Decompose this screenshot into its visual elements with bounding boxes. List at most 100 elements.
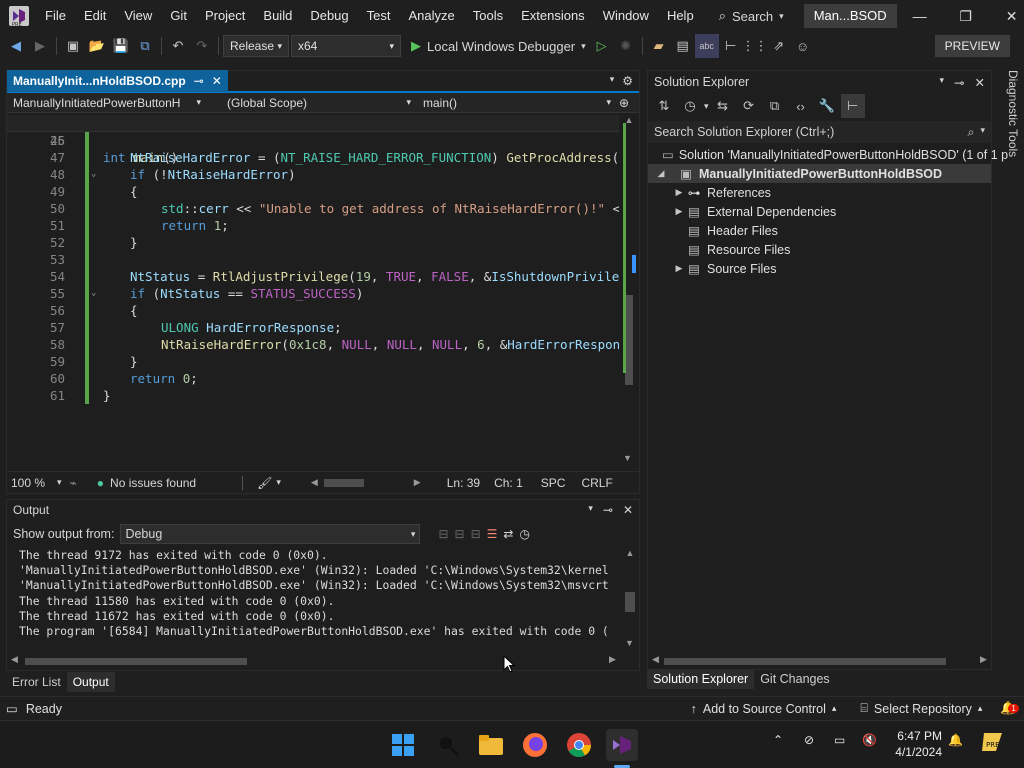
code-line[interactable]: 61} (7, 387, 619, 404)
word-wrap-icon[interactable]: ⇄ (503, 527, 513, 541)
sticky-scroll-line[interactable]: 25 int main() (7, 115, 619, 165)
add-to-source-control-button[interactable]: ↑ Add to Source Control ▴ (691, 702, 837, 716)
pin-icon[interactable]: ⊸ (194, 74, 204, 88)
spell-check-icon[interactable]: abc (694, 34, 719, 58)
start-debugging-button[interactable]: ▶ Local Windows Debugger ▾ (411, 38, 586, 54)
tab-output[interactable]: Output (66, 672, 115, 692)
folder-icon[interactable]: ▰ (647, 34, 671, 58)
chevron-down-icon[interactable]: ▾ (588, 503, 593, 517)
platform-dropdown[interactable]: x64 ▾ (291, 35, 401, 57)
horizontal-scrollbar-thumb[interactable] (323, 478, 364, 487)
menu-window[interactable]: Window (594, 0, 658, 32)
start-without-debugging-icon[interactable]: ▷ (590, 34, 614, 58)
editor-vertical-scrollbar[interactable]: ▲ ▼ (619, 115, 639, 465)
fold-chevron-icon[interactable]: ⌄ (91, 285, 96, 302)
zoom-dropdown[interactable]: 100 % ▾ (7, 476, 62, 490)
expanded-arrow-icon[interactable]: ◢ (654, 168, 668, 179)
pending-changes-filter-icon[interactable]: ◷ (678, 94, 702, 118)
close-panel-icon[interactable]: ✕ (975, 75, 985, 90)
close-panel-icon[interactable]: ✕ (623, 503, 633, 517)
breakpoints-icon[interactable]: ⋮⋮ (742, 34, 768, 58)
menu-help[interactable]: Help (658, 0, 703, 32)
clear-all-icon[interactable]: ☰ (487, 527, 498, 541)
open-file-icon[interactable]: 📂 (85, 34, 109, 58)
menu-tools[interactable]: Tools (464, 0, 512, 32)
scroll-left-icon[interactable]: ◀ (11, 654, 18, 665)
solution-name-badge[interactable]: Man...BSOD (803, 4, 897, 28)
output-text[interactable]: The thread 9172 has exited with code 0 (… (7, 548, 625, 652)
view-code-icon[interactable]: ‹› (789, 94, 813, 118)
scrollbar-thumb[interactable] (625, 592, 635, 612)
close-tab-icon[interactable]: ✕ (212, 74, 222, 88)
whitespace-mode[interactable]: SPC (541, 476, 566, 490)
tree-item-resource-files[interactable]: ▤ Resource Files (648, 240, 991, 259)
show-hidden-icons-icon[interactable]: ⌃ (773, 733, 783, 747)
tree-project-node[interactable]: ◢ ▣ ManuallyInitiatedPowerButtonHoldBSOD (648, 164, 991, 183)
scroll-right-icon[interactable]: ▶ (414, 477, 421, 488)
code-line[interactable]: 49 { (7, 183, 619, 200)
previous-message-icon[interactable]: ⊟ (455, 527, 465, 541)
visual-studio-taskbar-icon[interactable] (606, 729, 638, 761)
tree-solution-node[interactable]: ▭ Solution 'ManuallyInitiatedPowerButton… (648, 145, 1008, 164)
solution-search-input[interactable]: Search Solution Explorer (Ctrl+;) ⌕ ▾ (648, 121, 991, 143)
menu-extensions[interactable]: Extensions (512, 0, 594, 32)
code-line[interactable]: 46 (7, 132, 619, 149)
navigate-forward-icon[interactable]: ▶ (28, 34, 52, 58)
member-dropdown[interactable]: main() ▾ (417, 93, 617, 113)
menu-debug[interactable]: Debug (301, 0, 357, 32)
timestamp-clock-icon[interactable]: ◷ (519, 527, 529, 541)
chrome-icon[interactable] (563, 729, 595, 761)
code-view[interactable]: 25 int main() 46 47 NtRaiseHardError = (NT… (7, 115, 619, 465)
taskbar-clock[interactable]: 6:47 PM 4/1/2024 (892, 728, 942, 760)
tree-item-source-files[interactable]: ▶ ▤ Source Files (648, 259, 991, 278)
menu-file[interactable]: File (36, 0, 75, 32)
preview-badge[interactable]: PREVIEW (934, 35, 1010, 57)
next-message-icon[interactable]: ⊟ (471, 527, 481, 541)
code-line[interactable]: 60 return 0; (7, 370, 619, 387)
search-button[interactable]: ⌕ Search ▾ (711, 4, 792, 28)
collapsed-arrow-icon[interactable]: ▶ (672, 187, 686, 198)
display-icon[interactable]: ▭ (834, 733, 845, 747)
properties-wrench-icon[interactable]: 🔧 (815, 94, 839, 118)
code-line[interactable]: 58 NtRaiseHardError(0x1c8, NULL, NULL, NU… (7, 336, 619, 353)
hot-reload-icon[interactable]: ✺ (614, 34, 638, 58)
code-line[interactable]: 53 (7, 251, 619, 268)
visual-studio-logo-icon[interactable]: PRE (8, 4, 30, 28)
scroll-left-icon[interactable]: ◀ (311, 477, 318, 488)
save-all-icon[interactable]: ⧉ (133, 34, 157, 58)
code-line[interactable]: 48 ⌄ if (!NtRaiseHardError) (7, 166, 619, 183)
code-line[interactable]: 50 std::cerr << "Unable to get address of… (7, 200, 619, 217)
code-cleanup-icon[interactable]: 🖌 (257, 476, 272, 490)
tab-git-changes[interactable]: Git Changes (754, 669, 835, 689)
code-line[interactable]: 51 return 1; (7, 217, 619, 234)
navigate-back-icon[interactable]: ◀ (4, 34, 28, 58)
code-line[interactable]: 47 NtRaiseHardError = (NT_RAISE_HARD_ERRO… (7, 149, 619, 166)
notification-bell-icon[interactable]: 🔔 (948, 733, 963, 747)
menu-test[interactable]: Test (358, 0, 400, 32)
issues-status[interactable]: No issues found (110, 476, 196, 490)
health-icon[interactable]: ⌁ (70, 476, 77, 490)
output-source-dropdown[interactable]: Debug ▾ (120, 524, 421, 544)
new-project-icon[interactable]: ▣ (61, 34, 85, 58)
notifications-button[interactable]: 🔔 1 (1000, 701, 1019, 716)
file-explorer-icon[interactable] (475, 729, 507, 761)
project-scope-dropdown[interactable]: ManuallyInitiatedPowerButtonH ▾ (7, 93, 207, 113)
menu-edit[interactable]: Edit (75, 0, 115, 32)
output-horizontal-scrollbar[interactable]: ◀ ▶ (11, 654, 621, 668)
diagnostic-tools-tab[interactable]: Diagnostic Tools (1000, 70, 1020, 180)
chevron-down-icon[interactable]: ▾ (980, 125, 985, 140)
line-ending[interactable]: CRLF (581, 476, 612, 490)
chevron-down-icon[interactable]: ▾ (940, 75, 945, 90)
chevron-down-icon[interactable]: ▾ (704, 101, 709, 112)
undo-icon[interactable]: ↶ (166, 34, 190, 58)
collapsed-arrow-icon[interactable]: ▶ (672, 263, 686, 274)
minimize-button[interactable]: — (897, 0, 943, 32)
scrollbar-thumb[interactable] (664, 658, 946, 665)
solution-horizontal-scrollbar[interactable]: ◀ ▶ (652, 654, 988, 668)
volume-muted-icon[interactable]: 🔇 (862, 733, 877, 747)
scroll-up-icon[interactable]: ▲ (619, 115, 639, 125)
restore-button[interactable]: ❐ (943, 0, 989, 32)
code-line[interactable]: 52} (7, 234, 619, 251)
tree-item-header-files[interactable]: ▤ Header Files (648, 221, 991, 240)
firefox-icon[interactable] (519, 729, 551, 761)
